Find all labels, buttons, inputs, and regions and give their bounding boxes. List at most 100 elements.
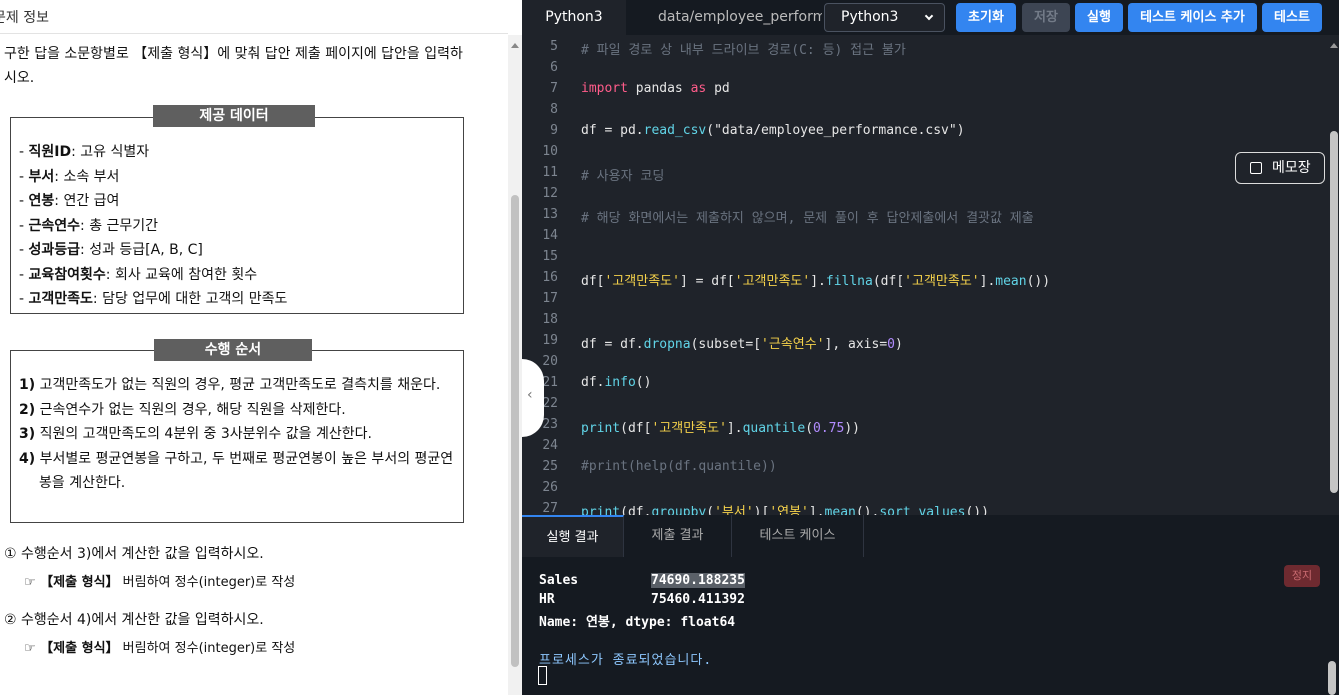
line-number: 6 <box>550 60 558 75</box>
code-token: ] = df[ <box>679 274 735 289</box>
output-value: 74690.188235 <box>651 573 745 588</box>
output-value: 75460.411392 <box>651 592 745 607</box>
code-token: '근속연수' <box>761 337 825 352</box>
code-line[interactable]: df['고객만족도'] = df['고객만족도'].fillna(df['고객만… <box>581 270 1050 289</box>
line-number: 11 <box>542 165 558 180</box>
step-item: 3) 직원의 고객만족도의 4분위 중 3사분위수 값을 계산한다. <box>19 422 459 447</box>
code-line[interactable]: df = df.dropna(subset=['근속연수'], axis=0) <box>581 333 903 352</box>
scroll-up-arrow-icon[interactable] <box>1330 43 1338 48</box>
code-token: # 사용자 코딩 <box>581 169 665 184</box>
edit-note-icon <box>1250 162 1262 174</box>
question-1-format: ☞ 【제출 형식】 버림하여 정수(integer)로 작성 <box>24 573 295 593</box>
tab-run-result[interactable]: 실행 결과 <box>522 515 624 557</box>
code-line[interactable]: df.info() <box>581 375 651 390</box>
language-select[interactable]: Python3 <box>824 3 945 32</box>
tab-submit-result[interactable]: 제출 결과 <box>624 515 732 557</box>
problem-intro: 구한 답을 소문항별로 【제출 형식】에 맞춰 답안 제출 페이지에 답안을 입… <box>4 46 463 86</box>
data-field-item: - 교육참여횟수: 회사 교육에 참여한 횟수 <box>19 263 287 288</box>
step-item: 2) 근속연수가 없는 직원의 경우, 해당 직원을 삭제한다. <box>19 398 459 423</box>
line-number: 10 <box>542 144 558 159</box>
format-prefix: ☞ 【제출 형식】 <box>24 575 119 590</box>
code-token: ()) <box>965 505 989 515</box>
data-field-item: - 성과등급: 성과 등급[A, B, C] <box>19 238 287 263</box>
test-button[interactable]: 테스트 <box>1262 3 1322 32</box>
code-token: fillna <box>825 274 873 289</box>
code-token: ]. <box>810 274 826 289</box>
data-field-key: 연봉 <box>28 193 55 209</box>
output-label: Sales <box>539 573 579 588</box>
code-token: ( <box>805 421 814 436</box>
editor-scrollbar[interactable] <box>1328 39 1339 509</box>
code-token: 0.75 <box>813 421 845 436</box>
code-token: (df[ <box>620 421 652 436</box>
line-number: 8 <box>550 102 558 117</box>
scrollbar-thumb[interactable] <box>511 195 519 667</box>
stop-button[interactable]: 정지 <box>1284 565 1320 587</box>
scrollbar-thumb[interactable] <box>1330 131 1338 493</box>
line-number: 9 <box>550 123 558 138</box>
collapse-panel-button[interactable]: ‹ <box>522 359 544 437</box>
data-field-desc: : 성과 등급[A, B, C] <box>80 242 203 258</box>
code-line[interactable]: # 해당 화면에서는 제출하지 않으며, 문제 풀이 후 답안제출에서 결괏값 … <box>581 207 1034 226</box>
tab-test-cases[interactable]: 테스트 케이스 <box>732 515 864 557</box>
output-label: Name: 연봉, dtype: float64 <box>539 615 736 630</box>
data-field-desc: : 고유 식별자 <box>71 144 150 160</box>
data-list: - 직원ID: 고유 식별자 - 부서: 소속 부서 - 연봉: 연간 급여 - 근속… <box>19 140 287 312</box>
reset-button[interactable]: 초기화 <box>956 3 1016 32</box>
data-field-item: - 근속연수: 총 근무기간 <box>19 214 287 239</box>
code-line[interactable]: print(df['고객만족도'].quantile(0.75)) <box>581 417 860 436</box>
code-token: df = pd. <box>581 123 644 138</box>
code-token: df. <box>581 375 605 390</box>
data-field-item: - 연봉: 연간 급여 <box>19 189 287 214</box>
code-token: ]. <box>726 421 743 436</box>
tab-data-file[interactable]: data/employee_performance.csv <box>626 0 822 35</box>
problem-header: 문제 정보 <box>0 0 508 34</box>
code-line[interactable]: df = pd.read_csv("data/employee_performa… <box>581 123 965 138</box>
code-token: mean <box>824 505 856 515</box>
output-line: Sales 74690.188235 <box>539 573 745 588</box>
line-number: 16 <box>542 270 558 285</box>
code-token: print <box>581 505 621 515</box>
code-token: (df[ <box>872 274 905 289</box>
run-button[interactable]: 실행 <box>1075 3 1123 32</box>
results-scrollbar-thumb[interactable] <box>1328 661 1336 695</box>
code-token: df = df. <box>581 337 644 352</box>
code-line[interactable]: # 사용자 코딩 <box>581 165 664 184</box>
code-token: 0 <box>887 337 895 352</box>
save-button[interactable]: 저장 <box>1022 3 1070 32</box>
tab-python3[interactable]: Python3 <box>522 0 626 35</box>
line-number: 19 <box>542 333 558 348</box>
step-text: 고객만족도가 없는 직원의 경우, 평균 고객만족도로 결측치를 채운다. <box>39 377 441 393</box>
data-field-desc: : 총 근무기간 <box>80 217 159 234</box>
code-editor[interactable]: 5 # 파일 경로 상 내부 드라이브 경로(C: 등) 접근 불가 6 7 impor… <box>522 35 1339 515</box>
code-token: (). <box>855 505 880 515</box>
scroll-up-arrow-icon[interactable] <box>511 43 519 48</box>
memo-button[interactable]: 메모장 <box>1235 152 1325 184</box>
code-token: ], axis= <box>824 337 888 352</box>
line-number: 5 <box>550 39 558 54</box>
problem-content: 구한 답을 소문항별로 【제출 형식】에 맞춰 답안 제출 페이지에 답안을 입… <box>0 35 508 695</box>
problem-scrollbar[interactable] <box>508 35 522 695</box>
data-field-item: - 부서: 소속 부서 <box>19 165 287 190</box>
output-line: HR 75460.411392 <box>539 592 745 607</box>
code-line[interactable]: import pandas as pd <box>581 81 730 96</box>
code-token: read_csv <box>643 123 707 138</box>
format-text: 버림하여 정수(integer)로 작성 <box>118 641 296 656</box>
line-number: 27 <box>542 501 558 515</box>
data-field-item: - 직원ID: 고유 식별자 <box>19 140 287 165</box>
chevron-down-icon <box>924 11 934 21</box>
process-done-message: 프로세스가 종료되었습니다. <box>539 653 713 668</box>
bullet-dash: - <box>19 217 29 234</box>
output-label: HR <box>539 592 555 607</box>
data-field-desc: : 소속 부서 <box>54 168 120 185</box>
code-line[interactable]: #print(help(df.quantile)) <box>581 459 777 474</box>
code-token: dropna <box>643 337 691 352</box>
code-line[interactable]: # 파일 경로 상 내부 드라이브 경로(C: 등) 접근 불가 <box>581 39 906 58</box>
code-token: # 파일 경로 상 내부 드라이브 경로(C: 등) 접근 불가 <box>581 43 906 58</box>
code-token: '고객만족도' <box>904 274 980 289</box>
bullet-dash: - <box>19 242 29 258</box>
add-test-case-button[interactable]: 테스트 케이스 추가 <box>1128 3 1257 32</box>
code-token: df[ <box>581 274 605 289</box>
code-line[interactable]: print(df.groupby('부서')['연봉'].mean().sort… <box>581 501 989 515</box>
code-token: as <box>690 81 707 96</box>
